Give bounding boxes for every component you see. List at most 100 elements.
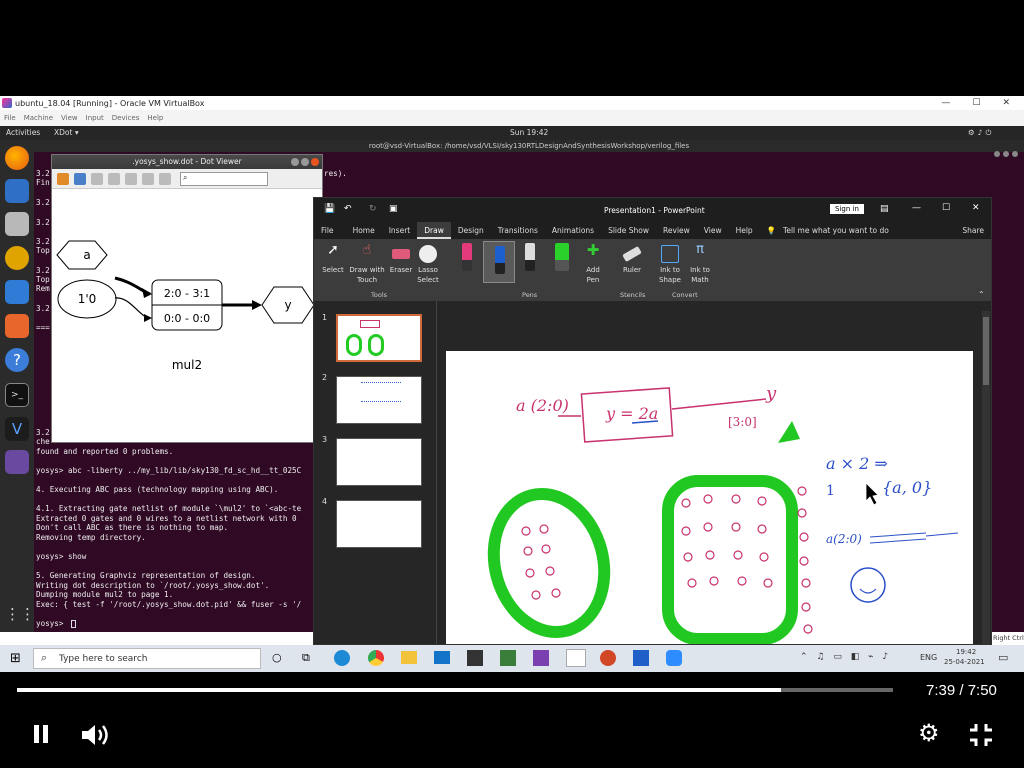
clock[interactable]: Sun 19:42: [510, 128, 548, 137]
minimize-icon[interactable]: —: [941, 98, 950, 108]
ppt-close-icon[interactable]: ✕: [972, 203, 980, 213]
files-icon[interactable]: [5, 212, 29, 236]
ribbon-display-icon[interactable]: ▤: [880, 204, 889, 214]
pen-blue-selected[interactable]: [483, 241, 515, 283]
slide-thumbnail-1[interactable]: [336, 314, 422, 362]
menu-machine[interactable]: Machine: [24, 114, 53, 122]
select-button[interactable]: ➚ Select: [320, 243, 346, 275]
tell-me-input[interactable]: Tell me what you want to do: [783, 222, 896, 239]
collapse-ribbon-icon[interactable]: ⌃: [978, 290, 985, 299]
tab-draw[interactable]: Draw: [417, 222, 451, 239]
firefox-icon[interactable]: [5, 146, 29, 170]
language-indicator[interactable]: ENG: [920, 653, 937, 662]
close-icon[interactable]: ✕: [1002, 98, 1010, 108]
slide-thumbnail-2[interactable]: [336, 376, 422, 424]
maximize-icon[interactable]: ☐: [972, 98, 980, 108]
tab-home[interactable]: Home: [341, 222, 382, 239]
rhythmbox-icon[interactable]: [5, 246, 29, 270]
autosave-icon[interactable]: 💾: [324, 204, 335, 214]
task-view-icon[interactable]: ⧉: [302, 651, 310, 665]
ppt-maximize-icon[interactable]: ☐: [942, 203, 950, 213]
zoom-fit-icon[interactable]: [142, 172, 154, 185]
undo-icon[interactable]: ↶: [344, 204, 352, 214]
file-explorer-icon[interactable]: [401, 651, 417, 664]
help-icon[interactable]: ?: [5, 348, 29, 372]
sign-in-button[interactable]: Sign in: [830, 204, 864, 214]
show-apps-icon[interactable]: ⋮⋮: [5, 602, 35, 626]
xdot-app-menu[interactable]: XDot ▾: [54, 128, 79, 137]
cortana-icon[interactable]: ○: [272, 651, 282, 664]
zoom-in-icon[interactable]: [108, 172, 120, 185]
taskbar-search-input[interactable]: ⌕ Type here to search: [33, 648, 261, 669]
menu-input[interactable]: Input: [86, 114, 104, 122]
xdot-icon[interactable]: [5, 450, 29, 474]
exit-fullscreen-icon[interactable]: [968, 722, 994, 748]
draw-with-touch-button[interactable]: ☝ Draw with Touch: [347, 243, 387, 285]
eraser-button[interactable]: Eraser: [388, 245, 414, 275]
ppt-minimize-icon[interactable]: —: [912, 203, 921, 213]
tab-review[interactable]: Review: [656, 222, 697, 239]
tab-animations[interactable]: Animations: [545, 222, 601, 239]
pen-pink-icon[interactable]: [462, 243, 472, 271]
activities-button[interactable]: Activities: [6, 128, 40, 137]
tab-insert[interactable]: Insert: [382, 222, 418, 239]
edge-icon[interactable]: [334, 650, 350, 666]
dot-search-input[interactable]: ⌕: [180, 171, 268, 186]
notification-icon[interactable]: ▭: [998, 651, 1008, 664]
menu-help[interactable]: Help: [147, 114, 163, 122]
settings-icon[interactable]: ⚙: [918, 719, 940, 747]
pause-icon[interactable]: [30, 723, 52, 745]
pen-black-icon[interactable]: [525, 243, 535, 271]
ruler-button[interactable]: Ruler: [619, 245, 645, 275]
lasso-select-button[interactable]: Lasso Select: [416, 245, 440, 285]
powerpoint-taskbar-icon[interactable]: [600, 650, 616, 666]
menu-view[interactable]: View: [61, 114, 78, 122]
ink-to-shape-button[interactable]: Ink to Shape: [656, 245, 684, 285]
add-pen-button[interactable]: ✚ Add Pen: [580, 243, 606, 285]
mail-icon[interactable]: [434, 651, 450, 664]
thunderbird-icon[interactable]: [5, 179, 29, 203]
highlighter-green-icon[interactable]: [555, 243, 569, 271]
virtualbox-taskbar-icon[interactable]: [633, 650, 649, 666]
tab-file[interactable]: File: [314, 222, 341, 239]
reload-icon[interactable]: [74, 172, 86, 185]
tray-date[interactable]: 25-04-2021: [944, 658, 985, 666]
tab-transitions[interactable]: Transitions: [491, 222, 545, 239]
slide-canvas[interactable]: a (2:0) y = 2a y [3:0] a × 2 ⇒ 1 {a, 0} …: [446, 351, 973, 644]
slide-thumbnail-4[interactable]: [336, 500, 422, 548]
windows-start-icon[interactable]: ⊞: [10, 651, 21, 666]
present-icon[interactable]: ▣: [389, 204, 398, 214]
snipping-tool-icon[interactable]: [500, 650, 516, 666]
tab-design[interactable]: Design: [451, 222, 491, 239]
writer-icon[interactable]: [5, 280, 29, 304]
volume-icon[interactable]: [80, 722, 114, 748]
tab-slide-show[interactable]: Slide Show: [601, 222, 656, 239]
share-button[interactable]: Share: [955, 222, 991, 239]
menu-file[interactable]: File: [4, 114, 16, 122]
store-icon[interactable]: [467, 650, 483, 666]
system-tray-icon[interactable]: ⚙♪⏻: [968, 128, 994, 138]
vertical-scrollbar[interactable]: [982, 311, 990, 644]
terminal-window-controls-icon[interactable]: [994, 142, 1022, 157]
open-icon[interactable]: [57, 172, 69, 185]
print-icon[interactable]: [91, 172, 103, 185]
slide-thumbnail-3[interactable]: [336, 438, 422, 486]
menu-devices[interactable]: Devices: [112, 114, 140, 122]
system-tray-icons[interactable]: ⌃ ♫ ▭ ◧ ⌁ ♪: [800, 652, 891, 662]
terminal-icon[interactable]: >_: [5, 383, 29, 407]
progress-track[interactable]: [17, 688, 893, 692]
zoom-icon[interactable]: [666, 650, 682, 666]
tab-view[interactable]: View: [697, 222, 729, 239]
zoom-100-icon[interactable]: [159, 172, 171, 185]
graph-node-a[interactable]: [56, 240, 108, 270]
graph-canvas[interactable]: a 1'0 2:0 - 3:1 0:0 - 0:0 y mul2: [52, 190, 322, 442]
tray-time[interactable]: 19:42: [956, 648, 976, 656]
ink-to-math-button[interactable]: π Ink to Math: [686, 243, 714, 285]
software-center-icon[interactable]: [5, 314, 29, 338]
tab-help[interactable]: Help: [729, 222, 760, 239]
whiteboard-icon[interactable]: [566, 649, 586, 667]
zoom-out-icon[interactable]: [125, 172, 137, 185]
chrome-icon[interactable]: [368, 650, 384, 666]
redo-icon[interactable]: ↻: [369, 204, 377, 214]
dot-window-controls-icon[interactable]: [291, 157, 319, 171]
